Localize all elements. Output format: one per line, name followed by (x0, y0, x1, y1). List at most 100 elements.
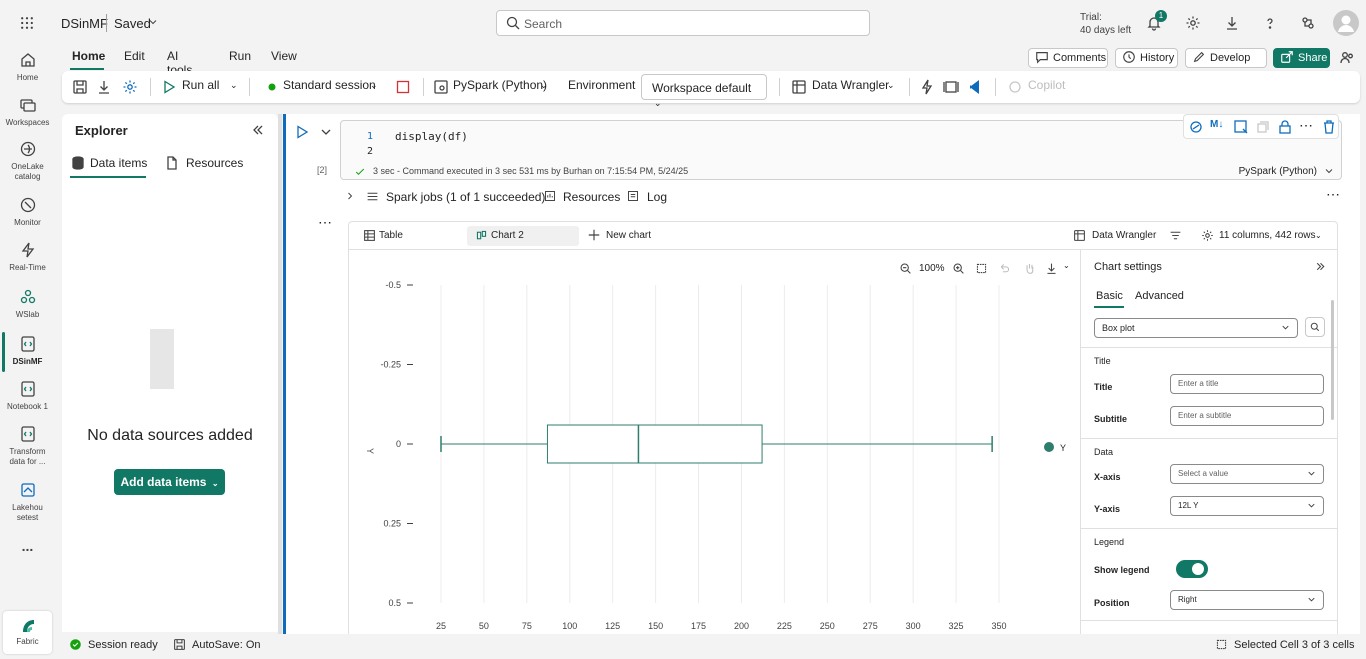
comments-button[interactable]: Comments (1028, 48, 1108, 68)
filter-icon[interactable] (1169, 229, 1182, 242)
nav-transform-data[interactable]: Transform data for ... (0, 424, 55, 467)
tab-edit[interactable]: Edit (124, 49, 145, 63)
more-icon[interactable]: ⋯ (318, 214, 332, 231)
tab-basic[interactable]: Basic (1096, 290, 1123, 302)
people-icon[interactable] (1339, 50, 1355, 66)
scrollbar[interactable] (1331, 300, 1334, 420)
run-cell-icon[interactable] (294, 124, 310, 140)
download-icon[interactable] (96, 79, 112, 95)
notebook-save-icon[interactable] (72, 79, 88, 95)
nav-lakehousetest[interactable]: Lakehousetest (0, 480, 55, 523)
nav-notebook-1[interactable]: Notebook 1 (0, 379, 55, 412)
comment-cell-icon[interactable] (1233, 119, 1249, 135)
chevron-down-icon[interactable]: ⌄ (887, 80, 895, 91)
run-all-button[interactable]: Run all (182, 78, 219, 92)
show-legend-toggle[interactable] (1176, 560, 1208, 578)
stop-session-icon[interactable] (395, 79, 411, 95)
subtitle-input[interactable]: Enter a subtitle (1170, 406, 1324, 426)
vscode-icon[interactable] (968, 79, 984, 95)
tab-advanced[interactable]: Advanced (1135, 290, 1184, 302)
nav-dsinmf[interactable]: DSinMF (0, 334, 55, 367)
share-feedback-icon[interactable] (1298, 13, 1318, 33)
fabric-switcher[interactable]: Fabric (3, 611, 52, 654)
data-summary[interactable]: 11 columns, 442 rows (1219, 230, 1316, 241)
app-launcher-icon[interactable] (17, 13, 37, 33)
environment-select[interactable]: Workspace default ⌄ (641, 74, 767, 108)
panel-splitter[interactable] (278, 114, 282, 634)
xaxis-select[interactable]: Select a value (1170, 464, 1324, 484)
chevron-down-icon[interactable]: ⌄ (370, 80, 378, 91)
save-state[interactable]: Saved (114, 16, 151, 31)
tab-view[interactable]: View (271, 49, 297, 63)
session-button[interactable]: Standard session (283, 78, 376, 92)
help-icon[interactable] (1260, 13, 1280, 33)
chevron-right-icon[interactable] (344, 190, 356, 202)
tab-resources[interactable]: Resources (186, 156, 243, 170)
nav-real-time[interactable]: Real-Time (0, 240, 55, 273)
spark-jobs-link[interactable]: Spark jobs (1 of 1 succeeded) (386, 190, 545, 204)
chevron-down-icon[interactable]: ⌄ (230, 80, 238, 91)
nav-onelake-catalog[interactable]: OneLake catalog (0, 139, 55, 182)
search-input[interactable]: Search (496, 10, 870, 36)
settings-gear-icon[interactable] (1183, 13, 1203, 33)
copy-icon[interactable] (1255, 119, 1271, 135)
chevron-down-icon[interactable]: ⌄ (1315, 231, 1322, 240)
tab-data-items[interactable]: Data items (90, 156, 147, 170)
new-chart-button[interactable]: New chart (606, 230, 651, 241)
add-data-items-button[interactable]: Add data items ⌄ (114, 469, 225, 495)
yaxis-select[interactable]: 12L Y (1170, 496, 1324, 516)
log-link[interactable]: Log (647, 190, 667, 204)
lock-icon[interactable] (1277, 119, 1293, 135)
notification-badge: 1 (1155, 10, 1167, 22)
chevron-down-icon[interactable] (1323, 165, 1335, 177)
cell-language[interactable]: PySpark (Python) (1239, 166, 1317, 177)
box-series (440, 424, 993, 464)
nav-workspaces[interactable]: Workspaces (0, 95, 55, 128)
chevron-down-icon[interactable] (147, 16, 159, 28)
code-text[interactable]: display(df) (395, 130, 468, 143)
collapse-icon[interactable] (250, 122, 266, 138)
legend-marker[interactable] (1044, 442, 1054, 452)
resources-link[interactable]: Resources (563, 190, 620, 204)
tab-run[interactable]: Run (229, 49, 251, 63)
chevron-down-icon[interactable] (318, 124, 334, 140)
copilot-cell-icon[interactable] (1188, 119, 1204, 135)
fullscreen-icon[interactable] (943, 79, 959, 95)
title-input[interactable]: Enter a title (1170, 374, 1324, 394)
play-icon[interactable] (161, 79, 177, 95)
tab-chart-2[interactable]: Chart 2 (467, 226, 579, 246)
chevron-down-icon[interactable]: ⌄ (540, 80, 548, 91)
nav-more[interactable]: ... (0, 539, 55, 553)
language-icon (433, 79, 449, 95)
download-icon[interactable] (1222, 13, 1242, 33)
avatar[interactable] (1333, 10, 1359, 36)
history-button[interactable]: History (1115, 48, 1178, 68)
more-icon[interactable]: ⋯ (1299, 117, 1313, 134)
tab-table[interactable]: Table (379, 230, 403, 241)
refresh-suggestions-icon[interactable] (1305, 317, 1325, 337)
settings-gear-icon[interactable] (122, 79, 138, 95)
legend-label[interactable]: Y (1060, 443, 1066, 453)
more-icon[interactable]: ⋯ (1326, 186, 1340, 203)
data-wrangler-button[interactable]: Data Wrangler (812, 78, 889, 92)
legend-position-select[interactable]: Right (1170, 590, 1324, 610)
nav-home[interactable]: Home (0, 50, 55, 83)
lightning-icon[interactable] (919, 79, 935, 95)
chart-view-tabs: Table Chart 2 New chart Data Wrangler 11… (349, 222, 1337, 250)
legend-position-value: Right (1178, 595, 1197, 604)
markdown-icon[interactable]: M↓ (1210, 119, 1223, 130)
chart-type-select[interactable]: Box plot (1094, 318, 1298, 338)
collapse-panel-icon[interactable] (1314, 260, 1327, 273)
language-select[interactable]: PySpark (Python) (453, 78, 547, 92)
autosave-status[interactable]: AutoSave: On (192, 639, 261, 651)
nav-wslab[interactable]: WSlab (0, 287, 55, 320)
data-wrangler-link[interactable]: Data Wrangler (1092, 230, 1156, 241)
workspace-name[interactable]: DSinMF (61, 16, 108, 31)
copilot-button[interactable]: Copilot (1028, 78, 1065, 92)
tab-home[interactable]: Home (72, 49, 105, 63)
delete-icon[interactable] (1321, 119, 1337, 135)
explorer-title: Explorer (75, 123, 128, 138)
share-button[interactable]: Share (1273, 48, 1330, 68)
develop-button[interactable]: Develop ⌄ (1185, 48, 1267, 81)
nav-monitor[interactable]: Monitor (0, 195, 55, 228)
